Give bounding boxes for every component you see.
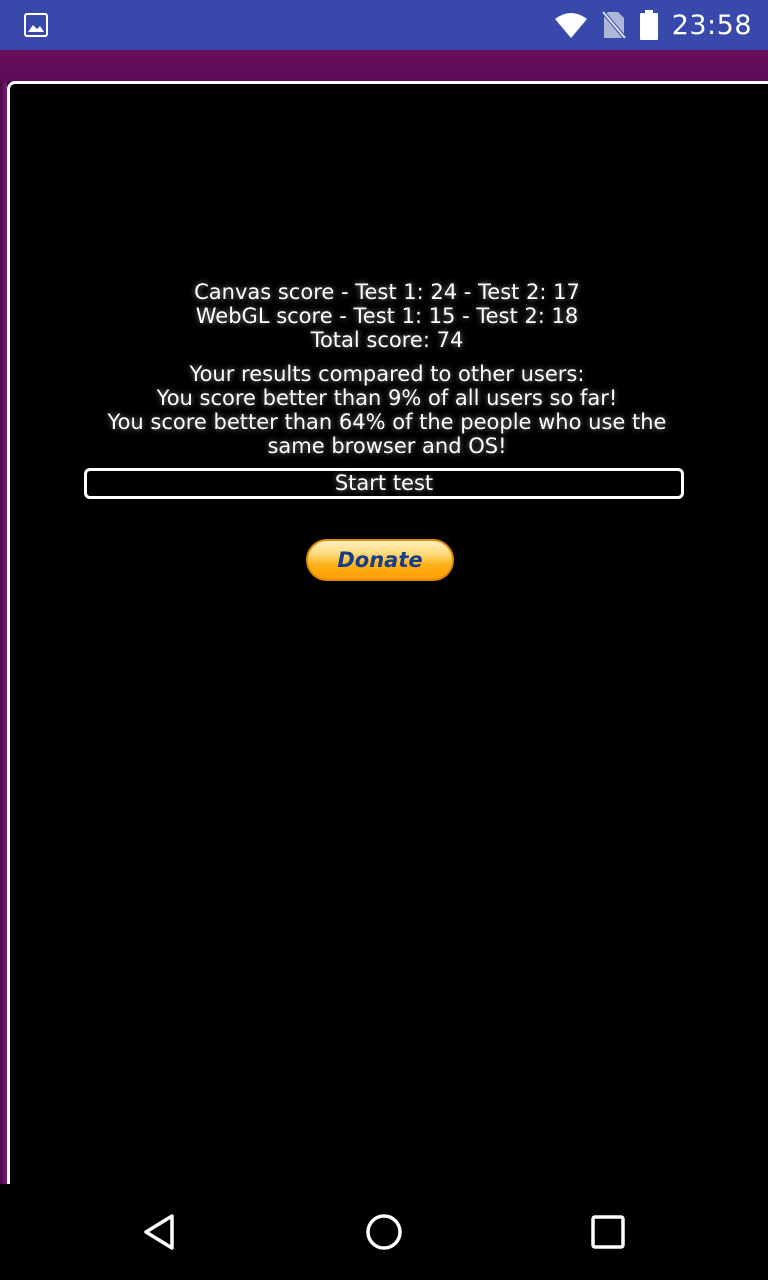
compare-browser-line1: You score better than 64% of the people … <box>107 410 667 434</box>
navigation-bar <box>0 1184 768 1280</box>
app-header-band <box>0 50 768 82</box>
image-icon <box>24 13 48 37</box>
home-icon[interactable] <box>364 1212 404 1252</box>
webgl-score: WebGL score - Test 1: 15 - Test 2: 18 <box>195 304 579 328</box>
compare-all-users: You score better than 9% of all users so… <box>156 386 618 410</box>
status-icons: 23:58 <box>554 0 752 50</box>
battery-icon <box>639 10 658 40</box>
status-bar: 23:58 <box>0 0 768 50</box>
compare-heading: Your results compared to other users: <box>189 362 585 386</box>
start-test-button[interactable]: Start test <box>84 468 684 499</box>
drawer-edge <box>0 82 7 1184</box>
webview-content: Canvas score - Test 1: 24 - Test 2: 17 W… <box>7 81 768 1184</box>
donate-button[interactable]: Donate <box>306 539 454 581</box>
canvas-score: Canvas score - Test 1: 24 - Test 2: 17 <box>194 280 580 304</box>
total-score: Total score: 74 <box>310 328 464 352</box>
no-sim-icon <box>601 10 626 40</box>
results-text: Canvas score - Test 1: 24 - Test 2: 17 W… <box>10 280 764 458</box>
wifi-icon <box>554 13 587 38</box>
back-icon[interactable] <box>140 1212 180 1252</box>
clock: 23:58 <box>671 9 752 41</box>
recents-icon[interactable] <box>588 1212 628 1252</box>
compare-browser-line2: same browser and OS! <box>267 434 507 458</box>
